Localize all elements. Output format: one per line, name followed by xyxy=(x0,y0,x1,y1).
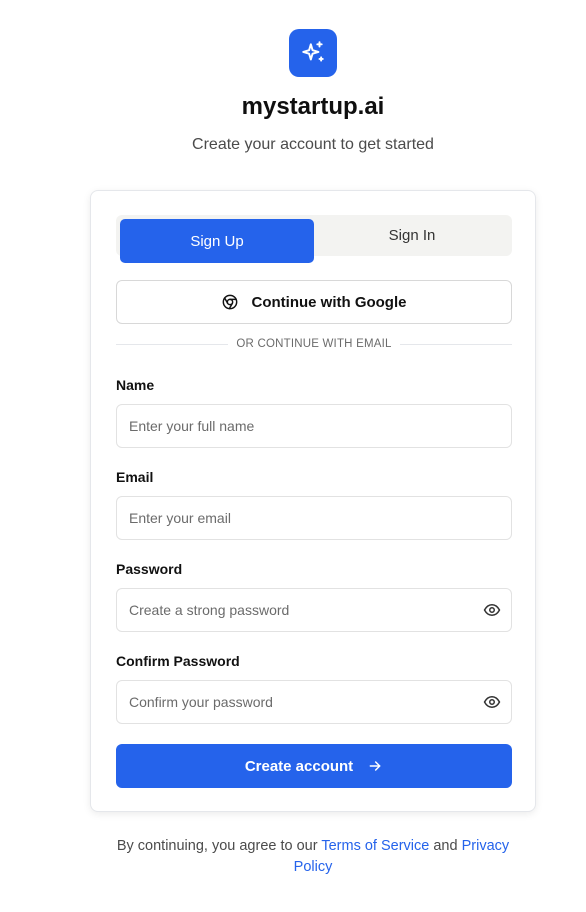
email-field[interactable] xyxy=(116,496,512,540)
email-label: Email xyxy=(116,469,154,485)
create-account-label: Create account xyxy=(244,757,354,775)
continue-with-google-button[interactable]: Continue with Google xyxy=(116,280,512,324)
footer-and: and xyxy=(433,838,458,854)
email-divider: OR CONTINUE WITH EMAIL xyxy=(116,336,512,352)
auth-tabs: Sign Up Sign In xyxy=(116,215,512,263)
eye-icon[interactable] xyxy=(483,601,501,619)
terms-footer: By continuing, you agree to our Terms of… xyxy=(100,836,526,878)
google-button-label: Continue with Google xyxy=(251,293,407,311)
tab-sign-up[interactable]: Sign Up xyxy=(120,219,314,263)
terms-of-service-link[interactable]: Terms of Service xyxy=(321,838,429,854)
auth-card: Sign Up Sign In Continue with Google OR … xyxy=(90,190,536,812)
confirm-password-label: Confirm Password xyxy=(116,653,240,669)
footer-prefix: By continuing, you agree to our xyxy=(116,838,318,854)
page-subtitle: Create your account to get started xyxy=(192,136,434,153)
password-label: Password xyxy=(116,561,183,577)
confirm-password-field[interactable] xyxy=(116,680,512,724)
password-field[interactable] xyxy=(116,588,512,632)
name-field[interactable] xyxy=(116,404,512,448)
divider-line-right xyxy=(399,343,512,345)
arrow-right-icon xyxy=(369,761,381,771)
divider-text: OR CONTINUE WITH EMAIL xyxy=(236,338,392,350)
name-label: Name xyxy=(116,377,155,393)
brand-title: mystartup.ai xyxy=(241,93,385,120)
create-account-button[interactable]: Create account xyxy=(116,744,512,788)
eye-icon[interactable] xyxy=(483,693,501,711)
sparkles-icon xyxy=(302,41,324,62)
tab-sign-in[interactable]: Sign In xyxy=(315,215,509,256)
google-chrome-icon xyxy=(222,294,237,310)
divider-line-left xyxy=(116,343,229,345)
brand-logo xyxy=(289,29,337,77)
